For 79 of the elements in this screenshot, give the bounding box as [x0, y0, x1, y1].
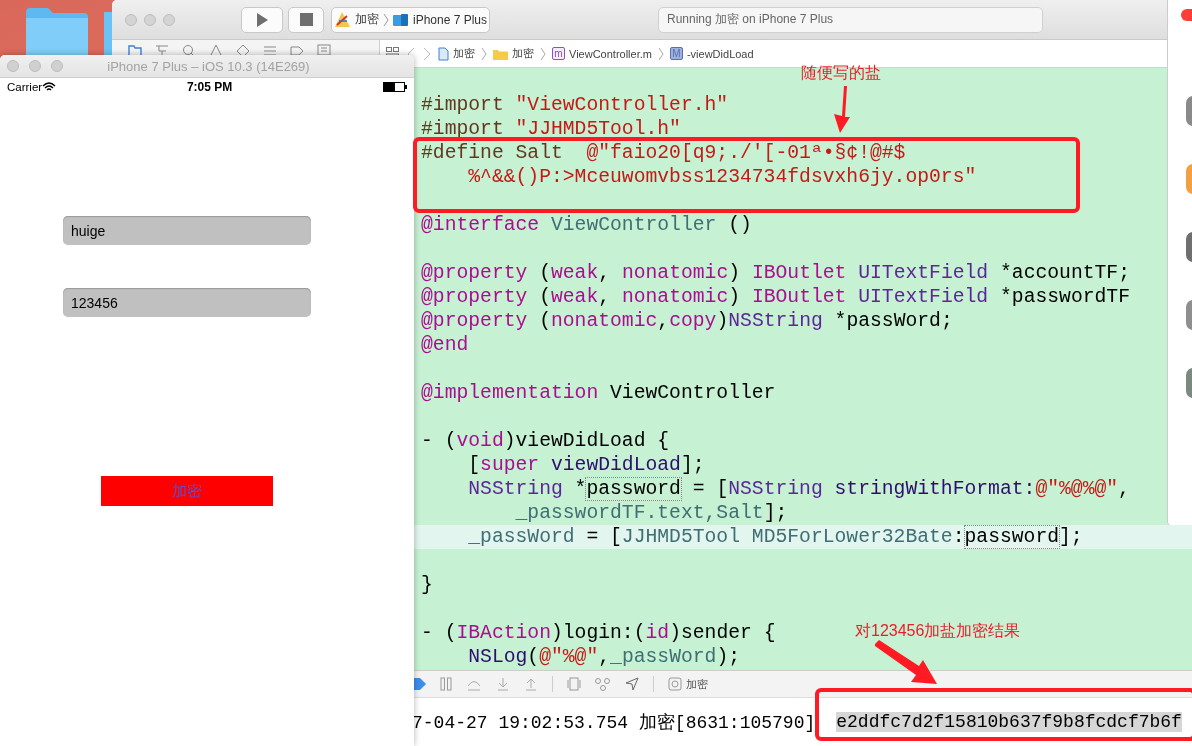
avatar[interactable]	[1186, 164, 1192, 194]
comment-icon[interactable]	[317, 44, 331, 58]
grid-icon[interactable]	[386, 47, 400, 55]
step-out-icon[interactable]	[524, 677, 538, 691]
play-icon	[255, 11, 269, 28]
avatar[interactable]	[1186, 96, 1192, 126]
zoom-button[interactable]	[51, 60, 63, 72]
code-line: NSString *password = [NSString stringWithFormat:@"%@%@",	[467, 477, 1130, 501]
step-into-icon[interactable]	[496, 677, 510, 691]
file-badge: m	[552, 47, 565, 60]
hierarchy-icon[interactable]	[155, 44, 169, 58]
chevron-icon	[540, 46, 546, 61]
code-line: _passWord = [JJHMD5Tool MD5ForLower32Bate:password];	[467, 525, 1083, 549]
close-button[interactable]	[125, 13, 137, 26]
close-button[interactable]	[1181, 9, 1192, 21]
scheme-selector[interactable]: 加密 iPhone 7 Plus	[331, 6, 490, 33]
battery-icon	[383, 82, 407, 92]
run-button[interactable]	[241, 6, 283, 33]
annotation-text: 随便写的盐	[801, 63, 881, 83]
stop-button[interactable]	[288, 6, 324, 33]
chevron-icon	[657, 46, 664, 61]
activity-view: Running 加密 on iPhone 7 Plus	[658, 6, 1043, 33]
carrier-label: Carrier	[7, 81, 43, 93]
annotation-text: 对123456加盐加密结果	[855, 621, 1021, 641]
view-debugger-icon[interactable]	[567, 677, 581, 691]
document-icon	[438, 46, 449, 61]
avatar[interactable]	[1186, 368, 1192, 398]
stop-icon	[299, 13, 313, 26]
target-selector[interactable]: 加密	[668, 676, 708, 692]
breakpoint-icon[interactable]	[414, 678, 426, 690]
breadcrumb-item[interactable]: m ViewController.m	[552, 47, 652, 60]
code-line: NSLog(@"%@",_passWord);	[467, 645, 741, 669]
avatar[interactable]	[1186, 232, 1192, 262]
list-icon[interactable]	[263, 44, 277, 58]
forward-icon[interactable]	[422, 46, 432, 61]
memory-graph-icon[interactable]	[595, 677, 611, 691]
code-line: #import "JJHMD5Tool.h"	[421, 117, 681, 141]
folder-icon[interactable]	[26, 8, 88, 58]
tag-icon[interactable]	[290, 44, 304, 58]
selected-text: e2ddfc7d2f15810b637f9b8fcdcf7b6f	[836, 712, 1182, 732]
code-line: %^&&()P:>Mceuwomvbss1234734fdsvxh6jy.op0rs"	[467, 165, 977, 189]
chevron-icon	[481, 46, 487, 61]
code-line: @implementation ViewController	[421, 381, 776, 405]
minimize-button[interactable]	[144, 13, 156, 26]
annotation-arrow	[873, 640, 939, 686]
console-text: 7-04-27 19:02:53.754 加密[8631:105790]	[412, 712, 816, 734]
code-line: @end	[421, 333, 469, 357]
close-button[interactable]	[7, 60, 19, 72]
wifi-icon	[42, 82, 57, 92]
folder-icon	[493, 47, 508, 60]
code-line: #define Salt @"faio20[q9;./'[-01ª•§¢!@#$	[421, 141, 906, 165]
diamond-icon[interactable]	[236, 44, 250, 58]
code-line: [super viewDidLoad];	[467, 453, 705, 477]
code-line: @property (weak, nonatomic) IBOutlet UITextField *passwordTF	[421, 285, 1130, 309]
zoom-button[interactable]	[163, 13, 175, 26]
code-line: - (IBAction)login:(id)sender {	[421, 621, 776, 645]
avatar[interactable]	[1186, 300, 1192, 330]
app-icon	[333, 11, 351, 28]
breadcrumb-item[interactable]: 加密	[438, 46, 475, 61]
code-line: @interface ViewController ()	[421, 213, 752, 237]
status-time: 7:05 PM	[185, 80, 234, 94]
location-icon[interactable]	[625, 677, 639, 691]
chevron-icon	[382, 12, 389, 27]
code-line: @property (weak, nonatomic) IBOutlet UITextField *accountTF;	[421, 261, 1130, 285]
code-line: @property (nonatomic,copy)NSString *passWord;	[421, 309, 953, 333]
code-line: - (void)viewDidLoad {	[421, 429, 670, 453]
breadcrumb-item[interactable]: M -viewDidLoad	[669, 47, 754, 60]
text-field[interactable]: 123456	[63, 288, 311, 317]
device-icon	[392, 12, 409, 27]
code-line: #import "ViewController.h"	[421, 93, 729, 117]
method-badge: M	[669, 47, 683, 60]
pause-icon[interactable]	[440, 677, 452, 691]
minimize-button[interactable]	[29, 60, 41, 72]
app-icon	[668, 677, 682, 691]
code-line: _passwordTF.text,Salt];	[514, 501, 788, 525]
code-line: }	[421, 573, 433, 597]
window-title: iPhone 7 Plus – iOS 10.3 (14E269)	[106, 58, 311, 74]
breadcrumb-item[interactable]: 加密	[493, 46, 534, 61]
text-field[interactable]: huige	[63, 216, 311, 245]
